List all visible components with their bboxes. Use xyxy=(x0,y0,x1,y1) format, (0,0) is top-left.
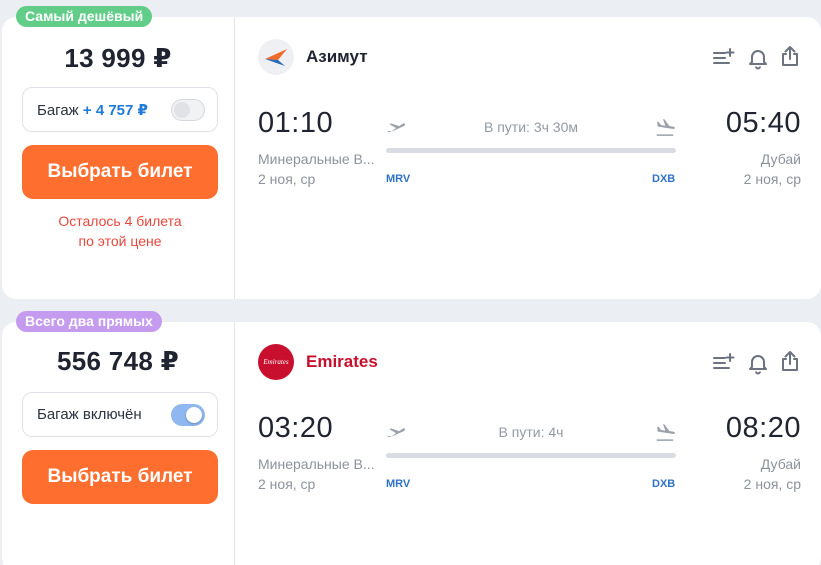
select-ticket-button[interactable]: Выбрать билет xyxy=(22,450,218,504)
azimut-logo-icon xyxy=(258,39,294,75)
ticket-price: 556 748 ₽ xyxy=(57,346,179,376)
baggage-toggle[interactable] xyxy=(171,404,205,426)
price-panel: 556 748 ₽ Багаж включён Выбрать билет xyxy=(2,322,234,565)
plane-landing-icon xyxy=(654,422,676,444)
ticket-price: 13 999 ₽ xyxy=(64,43,172,73)
baggage-label: Багаж включён xyxy=(37,406,142,423)
add-to-list-icon[interactable] xyxy=(711,351,735,375)
bell-icon[interactable] xyxy=(746,351,770,375)
departure-date: 2 ноя, ср xyxy=(258,476,316,492)
airline-name: Азимут xyxy=(306,47,368,66)
flight-duration: В пути: 4ч xyxy=(498,424,564,440)
baggage-label: Багаж + 4 757 ₽ xyxy=(37,102,148,119)
price-panel: 13 999 ₽ Багаж + 4 757 ₽ Выбрать билет О… xyxy=(2,17,234,299)
departure-airport-code: MRV xyxy=(386,173,411,185)
divider xyxy=(234,17,235,299)
only-two-direct-badge: Всего два прямых xyxy=(16,311,162,332)
departure-date: 2 ноя, ср xyxy=(258,171,316,187)
cheapest-badge: Самый дешёвый xyxy=(16,6,153,27)
bell-icon[interactable] xyxy=(746,46,770,70)
departure-airport-code: MRV xyxy=(386,478,411,490)
arrival-airport-code: DXB xyxy=(652,173,676,185)
baggage-toggle[interactable] xyxy=(171,99,205,121)
arrival-date: 2 ноя, ср xyxy=(743,476,801,492)
tickets-left-warning: Осталось 4 билета по этой цене xyxy=(58,213,182,249)
arrival-airport-code: DXB xyxy=(652,478,676,490)
divider xyxy=(234,322,235,565)
ticket-card-azimut[interactable]: 13 999 ₽ Багаж + 4 757 ₽ Выбрать билет О… xyxy=(2,17,821,299)
departure-city: Минеральные В... xyxy=(258,151,375,167)
select-ticket-button[interactable]: Выбрать билет xyxy=(22,145,218,199)
arrival-time: 08:20 xyxy=(725,412,801,444)
departure-time: 03:20 xyxy=(258,412,334,444)
arrival-city: Дубай xyxy=(760,456,801,472)
arrival-time: 05:40 xyxy=(725,107,801,139)
arrival-date: 2 ноя, ср xyxy=(743,171,801,187)
departure-city: Минеральные В... xyxy=(258,456,375,472)
flight-track xyxy=(386,453,676,458)
baggage-extra-price: + 4 757 ₽ xyxy=(82,102,148,119)
plane-landing-icon xyxy=(654,117,676,139)
emirates-logo-icon: Emirates xyxy=(258,344,294,380)
arrival-city: Дубай xyxy=(760,151,801,167)
share-icon[interactable] xyxy=(778,44,802,68)
baggage-option[interactable]: Багаж + 4 757 ₽ xyxy=(22,87,218,132)
departure-time: 01:10 xyxy=(258,107,334,139)
ticket-card-emirates[interactable]: 556 748 ₽ Багаж включён Выбрать билет Em… xyxy=(2,322,821,565)
add-to-list-icon[interactable] xyxy=(711,46,735,70)
flight-track xyxy=(386,148,676,153)
share-icon[interactable] xyxy=(778,349,802,373)
airline-name: Emirates xyxy=(306,352,378,371)
baggage-option[interactable]: Багаж включён xyxy=(22,392,218,437)
flight-duration: В пути: 3ч 30м xyxy=(484,119,578,135)
